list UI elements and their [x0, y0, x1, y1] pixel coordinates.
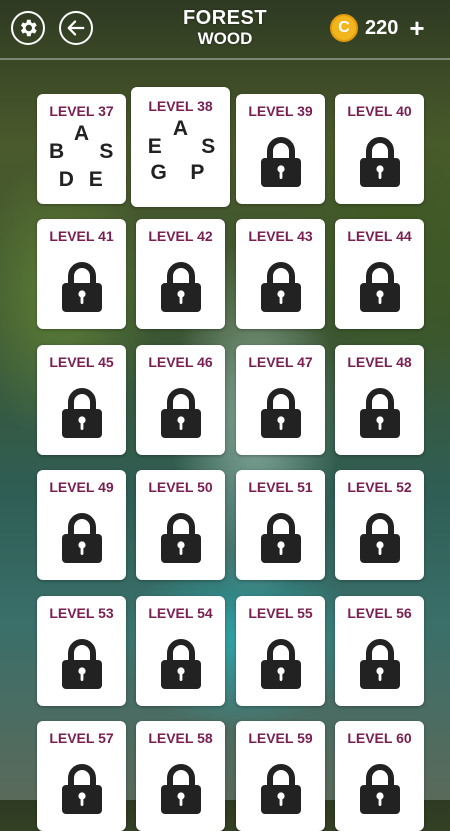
lock-icon: [261, 764, 301, 814]
lock-icon: [360, 513, 400, 563]
level-label: LEVEL 38: [148, 98, 213, 114]
level-letter: G: [150, 161, 167, 184]
level-label: LEVEL 53: [49, 605, 114, 621]
level-letter: D: [58, 168, 74, 191]
level-label: LEVEL 39: [248, 103, 313, 119]
level-letter: E: [147, 135, 162, 158]
level-card[interactable]: LEVEL 48: [335, 345, 424, 455]
level-card[interactable]: LEVEL 37 A B S D E: [37, 94, 126, 204]
level-label: LEVEL 48: [347, 354, 412, 370]
level-card[interactable]: LEVEL 41: [37, 219, 126, 329]
lock-icon: [62, 764, 102, 814]
level-label: LEVEL 47: [248, 354, 313, 370]
level-card[interactable]: LEVEL 45: [37, 345, 126, 455]
level-letter: B: [48, 140, 65, 163]
lock-icon: [161, 513, 201, 563]
level-letter: A: [172, 117, 189, 140]
level-label: LEVEL 57: [49, 730, 114, 746]
level-card[interactable]: LEVEL 39: [236, 94, 325, 204]
level-label: LEVEL 43: [248, 228, 313, 244]
lock-icon: [161, 764, 201, 814]
lock-icon: [261, 262, 301, 312]
level-card[interactable]: LEVEL 54: [136, 596, 225, 706]
level-card[interactable]: LEVEL 51: [236, 470, 325, 580]
lock-icon: [261, 388, 301, 438]
level-label: LEVEL 42: [148, 228, 213, 244]
level-label: LEVEL 45: [49, 354, 114, 370]
level-grid: LEVEL 37 A B S D E LEVEL 38 A E S G P LEVEL 39 LEVEL …: [0, 0, 450, 831]
level-card[interactable]: LEVEL 47: [236, 345, 325, 455]
level-card[interactable]: LEVEL 44: [335, 219, 424, 329]
level-card[interactable]: LEVEL 52: [335, 470, 424, 580]
lock-icon: [62, 513, 102, 563]
level-label: LEVEL 59: [248, 730, 313, 746]
level-card[interactable]: LEVEL 42: [136, 219, 225, 329]
level-letters: AE S GP: [131, 117, 230, 203]
lock-icon: [261, 513, 301, 563]
lock-icon: [360, 388, 400, 438]
level-label: LEVEL 58: [148, 730, 213, 746]
level-label: LEVEL 49: [49, 479, 114, 495]
level-card[interactable]: LEVEL 46: [136, 345, 225, 455]
level-card[interactable]: LEVEL 50: [136, 470, 225, 580]
level-letter: P: [190, 161, 205, 184]
lock-icon: [161, 388, 201, 438]
level-card[interactable]: LEVEL 59: [236, 721, 325, 831]
lock-icon: [360, 262, 400, 312]
level-card[interactable]: LEVEL 58: [136, 721, 225, 831]
level-letter: S: [201, 135, 216, 158]
lock-icon: [360, 639, 400, 689]
level-label: LEVEL 55: [248, 605, 313, 621]
level-card[interactable]: LEVEL 60: [335, 721, 424, 831]
level-card[interactable]: LEVEL 55: [236, 596, 325, 706]
level-label: LEVEL 54: [148, 605, 213, 621]
level-label: LEVEL 44: [347, 228, 412, 244]
level-card[interactable]: LEVEL 53: [37, 596, 126, 706]
level-label: LEVEL 37: [49, 103, 114, 119]
lock-icon: [261, 137, 301, 187]
level-card[interactable]: LEVEL 56: [335, 596, 424, 706]
lock-icon: [161, 639, 201, 689]
level-label: LEVEL 46: [148, 354, 213, 370]
level-label: LEVEL 50: [148, 479, 213, 495]
lock-icon: [360, 764, 400, 814]
lock-icon: [360, 137, 400, 187]
lock-icon: [161, 262, 201, 312]
lock-icon: [261, 639, 301, 689]
level-letter: S: [99, 140, 114, 163]
level-card[interactable]: LEVEL 40: [335, 94, 424, 204]
level-label: LEVEL 40: [347, 103, 412, 119]
level-letter: E: [88, 168, 103, 191]
level-label: LEVEL 51: [248, 479, 313, 495]
level-card[interactable]: LEVEL 57: [37, 721, 126, 831]
level-card[interactable]: LEVEL 38 A E S G P: [131, 87, 230, 207]
lock-icon: [62, 639, 102, 689]
level-card[interactable]: LEVEL 49: [37, 470, 126, 580]
level-label: LEVEL 41: [49, 228, 114, 244]
level-card[interactable]: LEVEL 43: [236, 219, 325, 329]
level-label: LEVEL 60: [347, 730, 412, 746]
lock-icon: [62, 262, 102, 312]
level-letter: A: [73, 122, 90, 145]
level-label: LEVEL 56: [347, 605, 412, 621]
level-label: LEVEL 52: [347, 479, 412, 495]
lock-icon: [62, 388, 102, 438]
level-letters: AB S DE: [37, 122, 126, 198]
